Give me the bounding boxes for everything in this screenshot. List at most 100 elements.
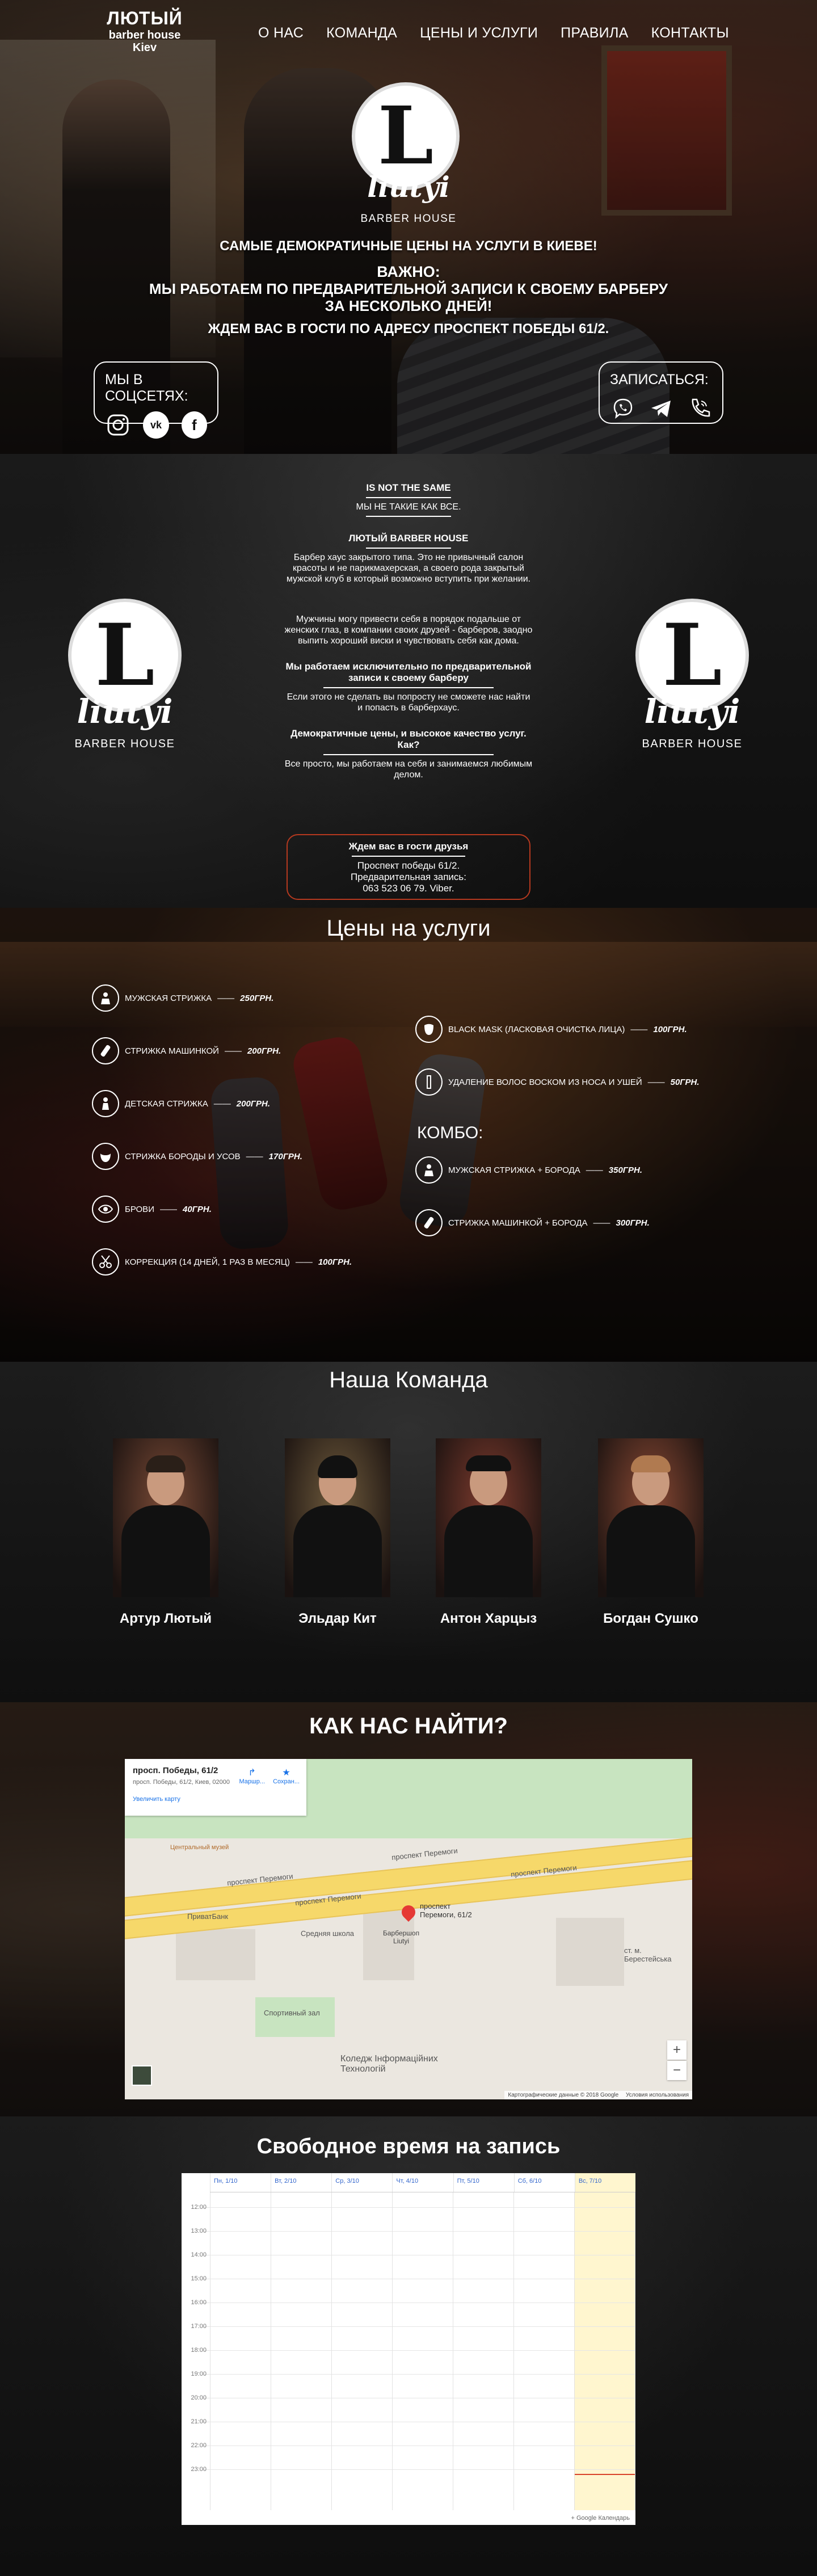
divider bbox=[323, 754, 494, 755]
about-not-like-others: МЫ НЕ ТАКИЕ КАК ВСЕ. bbox=[356, 502, 461, 512]
price-item-name: Мужская стрижка bbox=[125, 993, 212, 1003]
hero-logo-subtitle: BARBER HOUSE bbox=[360, 213, 457, 225]
calendar-day[interactable]: Пт, 5/10 bbox=[453, 2173, 514, 2192]
viber-icon[interactable] bbox=[610, 395, 635, 422]
map-thumbnail-button[interactable] bbox=[132, 2065, 152, 2086]
calendar-day[interactable]: Пн, 1/10 bbox=[210, 2173, 271, 2192]
member-photo bbox=[285, 1438, 390, 1597]
map-footer: Картографические данные © 2018 Google Ус… bbox=[504, 2091, 692, 2099]
barber-chair-icon bbox=[415, 1156, 443, 1184]
map-place-label: Центральный музей bbox=[170, 1844, 229, 1851]
google-calendar[interactable]: Пн, 1/10 Вт, 2/10 Ср, 3/10 Чт, 4/10 Пт, … bbox=[182, 2173, 635, 2525]
price-item-value: 200ГРН. bbox=[247, 1046, 281, 1056]
price-item-name: Стрижка машинкой + борода bbox=[448, 1218, 588, 1228]
combo-title: КОМБО: bbox=[417, 1123, 483, 1142]
hero-booking-note: МЫ РАБОТАЕМ ПО ПРЕДВАРИТЕЛЬНОЙ ЗАПИСИ К … bbox=[149, 280, 668, 297]
calendar-hour-line bbox=[204, 2231, 635, 2232]
map-enlarge-link[interactable]: Увеличить карту bbox=[133, 1796, 298, 1803]
price-item-combo-haircut-beard: Мужская стрижка + борода —— 350ГРН. bbox=[415, 1156, 642, 1184]
map-route-button[interactable]: ↱ Маршр... bbox=[239, 1767, 265, 1785]
calendar-hour-line bbox=[204, 2207, 635, 2208]
calendar-time-label: 17:00 bbox=[191, 2323, 207, 2330]
nav-link-rules[interactable]: ПРАВИЛА bbox=[561, 25, 628, 41]
social-links-box: МЫ В СОЦСЕТЯХ: vk f bbox=[94, 361, 218, 439]
calendar-day[interactable]: Ср, 3/10 bbox=[331, 2173, 392, 2192]
nav-link-prices[interactable]: ЦЕНЫ И УСЛУГИ bbox=[420, 25, 538, 41]
price-item-clipper-haircut: Стрижка машинкой —— 200ГРН. bbox=[92, 1037, 281, 1064]
price-dash: —— bbox=[593, 1218, 610, 1228]
calendar-day[interactable]: Сб, 6/10 bbox=[513, 2173, 575, 2192]
price-item-name: Брови bbox=[125, 1204, 154, 1214]
map-pin-number: Перемоги, 61/2 bbox=[420, 1910, 472, 1919]
member-name: Артур Лютый bbox=[119, 1611, 212, 1626]
member-cap bbox=[466, 1455, 511, 1471]
map-copyright: Картографические данные © 2018 Google bbox=[508, 2092, 619, 2098]
map-terms-link[interactable]: Условия использования bbox=[626, 2092, 689, 2098]
calendar-time-label: 21:00 bbox=[191, 2418, 207, 2425]
brand-subtitle: barber house bbox=[108, 29, 181, 41]
member-shirt bbox=[444, 1505, 533, 1597]
hero-logo-word: liutyi bbox=[367, 170, 450, 204]
calendar-hour-line bbox=[204, 2469, 635, 2470]
about-logo-right-word: liutyi bbox=[644, 692, 740, 731]
map-pin-street: проспект bbox=[420, 1902, 451, 1910]
team-member[interactable]: Антон Харцыз bbox=[435, 1438, 542, 1627]
map-zoom-out-button[interactable]: − bbox=[667, 2061, 687, 2080]
nav-link-team[interactable]: КОМАНДА bbox=[326, 25, 397, 41]
clipper-icon bbox=[415, 1209, 443, 1236]
price-item-beard: Стрижка бороды и усов —— 170ГРН. bbox=[92, 1143, 302, 1170]
calendar-day[interactable]: Чт, 4/10 bbox=[392, 2173, 453, 2192]
top-navigation: ЛЮТЫЙ barber house Kiev О НАС КОМАНДА ЦЕ… bbox=[0, 0, 817, 68]
contact-phone-link[interactable]: 063 523 06 79. Viber. bbox=[288, 883, 529, 894]
divider bbox=[366, 548, 451, 549]
member-photo bbox=[113, 1438, 218, 1597]
price-item-combo-clipper-beard: Стрижка машинкой + борода —— 300ГРН. bbox=[415, 1209, 650, 1236]
map-save-button[interactable]: ★ Сохран... bbox=[273, 1767, 300, 1785]
calendar-day[interactable]: Вс, 7/10 bbox=[574, 2173, 635, 2192]
team-member[interactable]: Эльдар Кит bbox=[284, 1438, 391, 1627]
price-dash: —— bbox=[224, 1046, 242, 1056]
vk-icon[interactable]: vk bbox=[143, 411, 169, 439]
calendar-hour-line bbox=[204, 2350, 635, 2351]
contact-box: Ждем вас в гости друзья Проспект победы … bbox=[287, 834, 530, 900]
calendar-time-label: 12:00 bbox=[191, 2204, 207, 2211]
member-shirt bbox=[293, 1505, 382, 1597]
hero-address: ЖДЕМ ВАС В ГОСТИ ПО АДРЕСУ ПРОСПЕКТ ПОБЕ… bbox=[208, 321, 609, 336]
price-item-name: Стрижка машинкой bbox=[125, 1046, 219, 1056]
about-section: L liutyi BARBER HOUSE L liutyi BARBER HO… bbox=[0, 454, 817, 908]
about-heading-appointment: Мы работаем исключительно по предварител… bbox=[285, 661, 532, 683]
map-place-label: ст. м. Берестейська bbox=[624, 1946, 672, 1963]
razor-icon bbox=[415, 1068, 443, 1096]
member-photo bbox=[598, 1438, 704, 1597]
brand-logo-link[interactable]: ЛЮТЫЙ barber house Kiev bbox=[99, 8, 190, 54]
calendar-footer-link[interactable]: + Google Календарь bbox=[571, 2515, 630, 2522]
schedule-title: Свободное время на запись bbox=[256, 2135, 561, 2158]
team-member[interactable]: Артур Лютый bbox=[112, 1438, 220, 1627]
mask-icon bbox=[415, 1016, 443, 1043]
price-item-name: Удаление волос воском из носа и ушей bbox=[448, 1077, 642, 1087]
divider bbox=[366, 497, 451, 498]
phone-icon[interactable] bbox=[687, 395, 712, 422]
price-item-name: Коррекция (14 дней, 1 раз в месяц) bbox=[125, 1257, 290, 1267]
calendar-day-divider bbox=[331, 2192, 332, 2510]
nav-link-about[interactable]: О НАС bbox=[258, 25, 304, 41]
divider bbox=[352, 856, 465, 857]
telegram-icon[interactable] bbox=[648, 395, 673, 422]
calendar-day[interactable]: Вт, 2/10 bbox=[271, 2173, 331, 2192]
google-map[interactable]: проспект Перемоги проспект Перемоги прос… bbox=[125, 1759, 692, 2099]
about-appointment-note: Если этого не сделать вы попросту не смо… bbox=[287, 692, 530, 713]
nav-link-contacts[interactable]: КОНТАКТЫ bbox=[651, 25, 729, 41]
map-zoom-in-button[interactable]: + bbox=[667, 2040, 687, 2060]
hero-headline: САМЫЕ ДЕМОКРАТИЧНЫЕ ЦЕНЫ НА УСЛУГИ В КИЕ… bbox=[220, 238, 597, 254]
member-name: Антон Харцыз bbox=[440, 1611, 537, 1626]
calendar-today-column bbox=[575, 2192, 635, 2510]
map-actions: ↱ Маршр... ★ Сохран... bbox=[239, 1767, 300, 1785]
about-club-description: Барбер хаус закрытого типа. Это не привы… bbox=[286, 553, 531, 584]
calendar-current-time-line bbox=[575, 2474, 635, 2475]
about-logo-left-subtitle: BARBER HOUSE bbox=[74, 738, 175, 750]
instagram-icon[interactable] bbox=[105, 411, 130, 439]
facebook-icon[interactable]: f bbox=[181, 411, 207, 439]
map-place-label: Средняя школа bbox=[301, 1929, 355, 1938]
team-member[interactable]: Богдан Сушко bbox=[597, 1438, 705, 1627]
about-heading-prices: Демократичные цены, и высокое качество у… bbox=[290, 728, 527, 750]
